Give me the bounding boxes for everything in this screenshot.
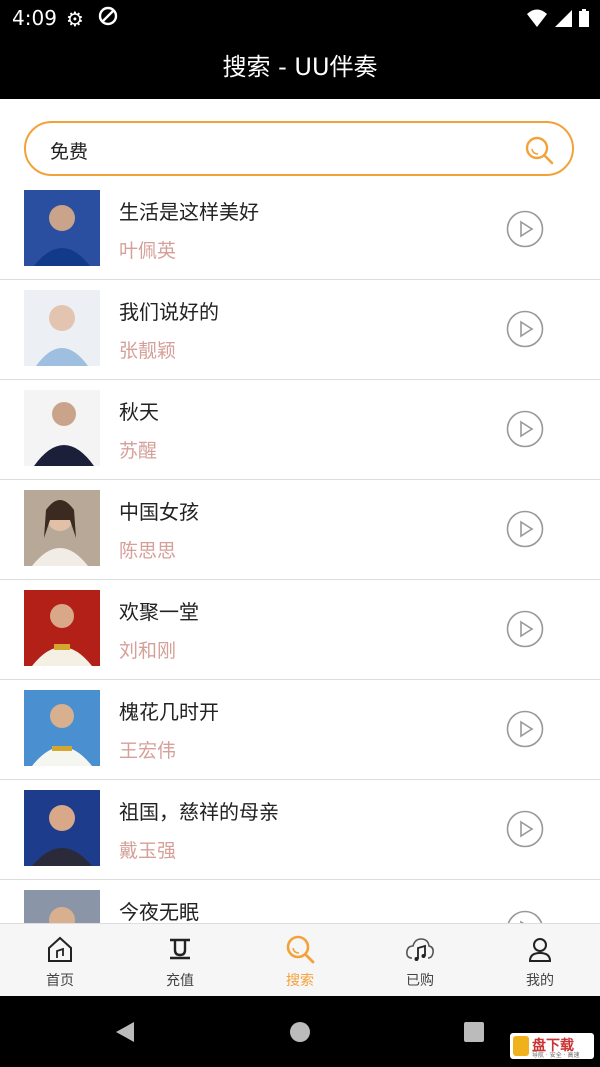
back-icon[interactable] bbox=[114, 1021, 136, 1043]
artist-photo bbox=[24, 690, 100, 766]
recharge-icon bbox=[170, 938, 190, 960]
search-input[interactable] bbox=[48, 135, 492, 165]
tab-label: 首页 bbox=[46, 973, 74, 989]
tab-label: 搜索 bbox=[286, 973, 314, 989]
bottom-tab-bar: 首页 充值 搜索 已购 我的 bbox=[0, 923, 600, 996]
artist-photo bbox=[24, 490, 100, 566]
song-title: 秋天 bbox=[119, 400, 159, 424]
singer-name: 苏醒 bbox=[119, 440, 158, 462]
play-icon[interactable] bbox=[506, 510, 544, 548]
signal-icon bbox=[554, 10, 572, 27]
watermark-subtext: 导航 · 安全 · 高速 bbox=[532, 1052, 580, 1059]
search-icon bbox=[286, 935, 315, 964]
play-icon[interactable] bbox=[506, 210, 544, 248]
song-title: 我们说好的 bbox=[119, 300, 219, 324]
song-row[interactable]: 欢聚一堂 刘和刚 bbox=[0, 580, 600, 680]
play-icon[interactable] bbox=[506, 910, 544, 923]
purchased-icon bbox=[406, 938, 434, 961]
song-row[interactable]: 祖国，慈祥的母亲 戴玉强 bbox=[0, 780, 600, 880]
home-icon bbox=[48, 936, 72, 962]
singer-name: 王宏伟 bbox=[119, 740, 177, 762]
singer-name: 陈思思 bbox=[119, 540, 177, 562]
status-bar: 4:09 ⚙ bbox=[0, 0, 600, 36]
song-title: 中国女孩 bbox=[119, 500, 199, 524]
profile-icon bbox=[528, 938, 552, 962]
battery-icon bbox=[579, 9, 589, 27]
artist-photo bbox=[24, 290, 100, 366]
tab-purchased[interactable]: 已购 bbox=[360, 924, 480, 997]
status-time: 4:09 bbox=[12, 6, 57, 30]
artist-photo bbox=[24, 590, 100, 666]
song-title: 欢聚一堂 bbox=[119, 600, 199, 624]
singer-name: 刘和刚 bbox=[119, 640, 177, 662]
singer-name: 戴玉强 bbox=[119, 840, 177, 862]
play-icon[interactable] bbox=[506, 410, 544, 448]
tab-label: 我的 bbox=[526, 973, 554, 989]
home-button-icon[interactable] bbox=[289, 1021, 311, 1043]
artist-photo bbox=[24, 890, 100, 923]
tab-recharge[interactable]: 充值 bbox=[120, 924, 240, 997]
watermark-icon bbox=[513, 1036, 529, 1056]
song-title: 今夜无眠 bbox=[119, 900, 199, 923]
song-row[interactable]: 我们说好的 张靓颖 bbox=[0, 280, 600, 380]
play-icon[interactable] bbox=[506, 310, 544, 348]
status-right bbox=[526, 8, 590, 32]
song-row[interactable]: 中国女孩 陈思思 bbox=[0, 480, 600, 580]
wifi-icon bbox=[526, 9, 547, 27]
singer-name: 张靓颖 bbox=[119, 340, 177, 362]
sync-icon bbox=[98, 6, 118, 26]
recents-icon[interactable] bbox=[463, 1021, 485, 1043]
song-row[interactable]: 今夜无眠 bbox=[0, 880, 600, 923]
tab-home[interactable]: 首页 bbox=[0, 924, 120, 997]
song-title: 槐花几时开 bbox=[119, 700, 219, 724]
page-title: 搜索 - UU伴奏 bbox=[222, 53, 378, 81]
system-nav-bar: 盘下载 导航 · 安全 · 高速 bbox=[0, 996, 600, 1067]
tab-label: 充值 bbox=[166, 973, 194, 989]
song-list: 生活是这样美好 叶佩英 我们说好的 张靓颖 秋天 苏醒 中国女孩 陈思思 欢聚一… bbox=[0, 180, 600, 923]
search-icon[interactable] bbox=[524, 135, 554, 165]
title-bar: 搜索 - UU伴奏 bbox=[0, 36, 600, 99]
tab-profile[interactable]: 我的 bbox=[480, 924, 600, 997]
song-row[interactable]: 槐花几时开 王宏伟 bbox=[0, 680, 600, 780]
artist-photo bbox=[24, 390, 100, 466]
watermark-logo: 盘下载 导航 · 安全 · 高速 bbox=[510, 1033, 594, 1059]
song-title: 生活是这样美好 bbox=[119, 200, 259, 224]
artist-photo bbox=[24, 190, 100, 266]
song-row[interactable]: 生活是这样美好 叶佩英 bbox=[0, 180, 600, 280]
song-title: 祖国，慈祥的母亲 bbox=[119, 800, 279, 824]
search-box[interactable] bbox=[24, 121, 574, 176]
play-icon[interactable] bbox=[506, 710, 544, 748]
play-icon[interactable] bbox=[506, 810, 544, 848]
tab-label: 已购 bbox=[406, 973, 434, 989]
singer-name: 叶佩英 bbox=[119, 240, 177, 262]
play-icon[interactable] bbox=[506, 610, 544, 648]
gear-icon: ⚙ bbox=[66, 7, 84, 31]
tab-search[interactable]: 搜索 bbox=[240, 924, 360, 997]
song-row[interactable]: 秋天 苏醒 bbox=[0, 380, 600, 480]
artist-photo bbox=[24, 790, 100, 866]
